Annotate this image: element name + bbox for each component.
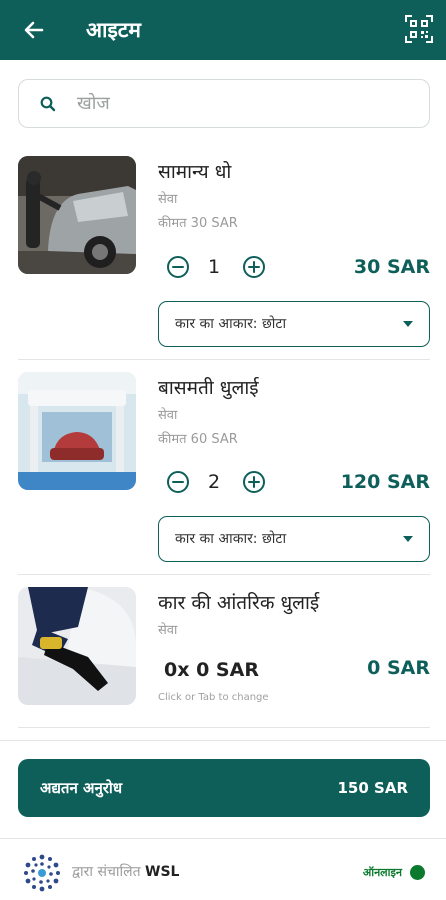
car-size-select[interactable]: कार का आकार: छोटा: [158, 516, 430, 562]
quantity-value: 2: [207, 471, 221, 493]
online-status-dot: [410, 865, 425, 880]
select-value: कार का आकार: छोटा: [175, 316, 287, 332]
powered-by-label: द्वारा संचालित: [72, 864, 141, 880]
update-request-button[interactable]: अद्यतन अनुरोध 150 SAR: [18, 759, 430, 817]
cta-amount: 150 SAR: [337, 779, 409, 797]
item-type: सेवा: [158, 623, 178, 638]
item-image-car-wash: [18, 156, 136, 274]
arrow-left-icon[interactable]: [18, 14, 50, 46]
quantity-value: 1: [207, 256, 221, 278]
plus-circle-icon[interactable]: [242, 255, 266, 279]
select-value: कार का आकार: छोटा: [175, 531, 287, 547]
brand-name: WSL: [145, 864, 180, 880]
app-bar: आइटम: [0, 0, 446, 60]
item-type: सेवा: [158, 408, 178, 423]
minus-circle-icon[interactable]: [166, 470, 190, 494]
search-placeholder: खोज: [77, 93, 110, 114]
minus-circle-icon[interactable]: [166, 255, 190, 279]
item-image-automatic-wash: [18, 372, 136, 490]
item-type: सेवा: [158, 192, 178, 207]
item-unit-price: कीमत 60 SAR: [158, 432, 238, 447]
item-total: 0 SAR: [367, 657, 430, 679]
cta-label: अद्यतन अनुरोध: [40, 779, 123, 797]
item-qty-price[interactable]: 0x 0 SAR: [164, 658, 259, 682]
qr-scan-icon[interactable]: [404, 14, 434, 44]
item-divider: [18, 727, 430, 728]
item-divider: [18, 359, 430, 360]
item-unit-price: कीमत 30 SAR: [158, 216, 238, 231]
plus-circle-icon[interactable]: [242, 470, 266, 494]
change-hint: Click or Tab to change: [158, 692, 269, 703]
item-divider: [18, 574, 430, 575]
wsl-logo-icon: [24, 854, 60, 892]
online-status-label: ऑनलाइन: [362, 866, 402, 879]
footer-separator: [0, 838, 446, 839]
item-total: 120 SAR: [340, 471, 430, 493]
item-name: सामान्य धो: [158, 161, 232, 183]
search-input[interactable]: खोज: [18, 79, 430, 128]
item-total: 30 SAR: [353, 256, 430, 278]
search-icon: [40, 96, 56, 112]
list-bottom-separator: [0, 740, 446, 741]
dropdown-caret-icon: [403, 321, 413, 327]
car-size-select[interactable]: कार का आकार: छोटा: [158, 301, 430, 347]
dropdown-caret-icon: [403, 536, 413, 542]
item-image-interior-cleaning: [18, 587, 136, 705]
powered-by-text: द्वारा संचालित WSL: [72, 862, 179, 882]
item-name: बासमती धुलाई: [158, 377, 259, 399]
item-name: कार की आंतरिक धुलाई: [158, 592, 320, 614]
page-title: आइटम: [86, 18, 141, 42]
